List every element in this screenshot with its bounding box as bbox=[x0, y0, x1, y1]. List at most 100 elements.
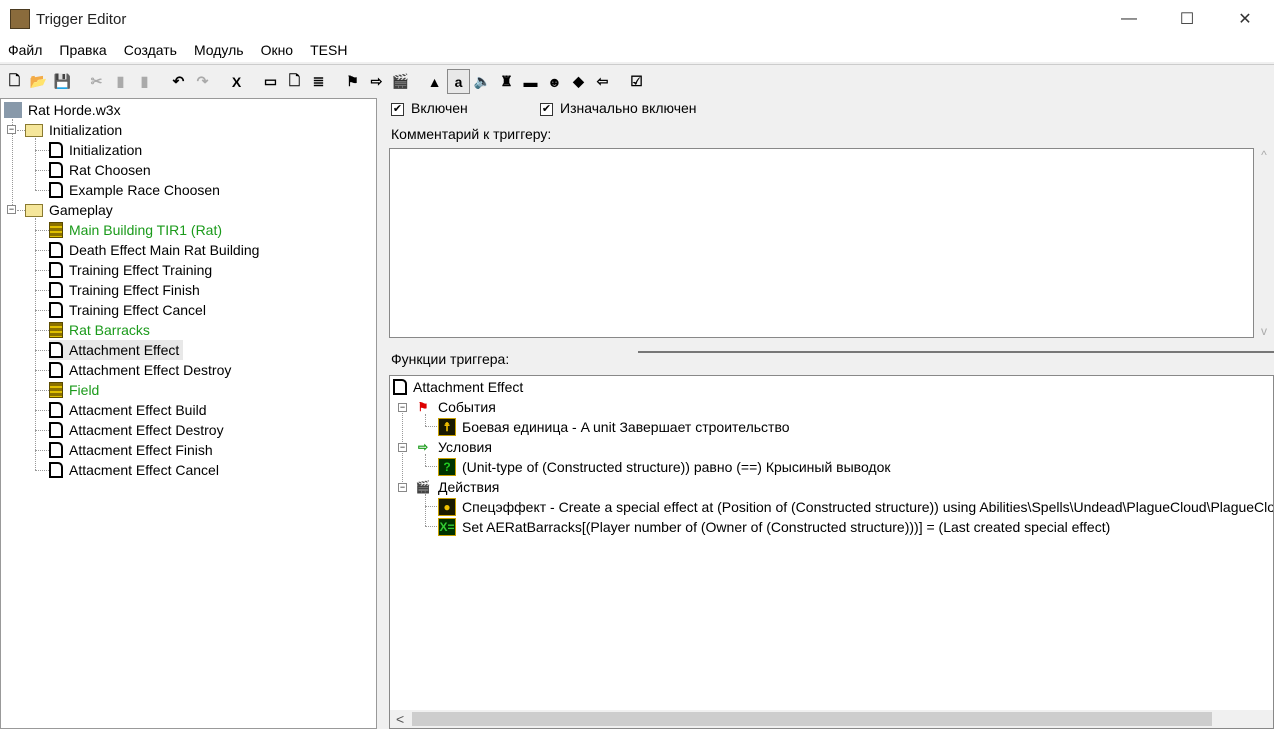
category-gameplay[interactable]: Gameplay bbox=[25, 200, 113, 220]
menu-item[interactable]: Файл bbox=[8, 42, 42, 58]
folder-icon bbox=[25, 203, 43, 217]
trigger-icon bbox=[49, 282, 63, 298]
menu-item[interactable]: Создать bbox=[124, 42, 177, 58]
checkbox-initially-on[interactable]: ✔ bbox=[540, 102, 553, 116]
trigger-item[interactable]: Example Race Choosen bbox=[49, 180, 224, 200]
trigger-item[interactable]: Attacment Effect Finish bbox=[49, 440, 217, 460]
sound-editor-icon[interactable]: 🔈 bbox=[471, 69, 494, 94]
trigger-icon bbox=[49, 442, 63, 458]
new-trigger-comment-icon[interactable]: ≣ bbox=[307, 69, 330, 94]
menu-item[interactable]: Правка bbox=[59, 42, 106, 58]
scroll-left-arrow[interactable]: < bbox=[396, 711, 404, 727]
trigger-icon bbox=[49, 362, 63, 378]
new-trigger-icon[interactable]: 🗋 bbox=[283, 69, 306, 94]
horizontal-scrollbar[interactable]: < bbox=[390, 710, 1273, 728]
close-button[interactable]: ✕ bbox=[1216, 0, 1274, 38]
actions-label: Действия bbox=[438, 479, 500, 495]
trigger-icon bbox=[393, 379, 407, 395]
trigger-editor-icon[interactable]: a bbox=[447, 69, 470, 94]
trigger-label: Training Effect Finish bbox=[69, 282, 200, 298]
map-root[interactable]: Rat Horde.w3x bbox=[4, 100, 121, 120]
trigger-item[interactable]: Training Effect Finish bbox=[49, 280, 204, 300]
maximize-button[interactable]: ☐ bbox=[1158, 0, 1216, 38]
scrollbar-thumb[interactable] bbox=[412, 712, 1212, 726]
copy-icon[interactable]: ▮ bbox=[109, 69, 132, 94]
category-initialization[interactable]: Initialization bbox=[25, 120, 122, 140]
trigger-label: Main Building TIR1 (Rat) bbox=[69, 222, 223, 238]
trigger-item[interactable]: Rat Barracks bbox=[49, 320, 154, 340]
new-category-icon[interactable]: ▭ bbox=[259, 69, 282, 94]
trigger-icon bbox=[49, 302, 63, 318]
scroll-down-arrow[interactable]: v bbox=[1261, 324, 1267, 338]
comment-scrollbar[interactable]: ^ v bbox=[1254, 148, 1274, 338]
flag-icon: ⚑ bbox=[417, 400, 429, 414]
condition-text: (Unit-type of (Constructed structure)) р… bbox=[462, 459, 891, 475]
scroll-up-arrow[interactable]: ^ bbox=[1261, 148, 1267, 162]
trigger-item[interactable]: Main Building TIR1 (Rat) bbox=[49, 220, 226, 240]
condition-item[interactable]: ? (Unit-type of (Constructed structure)) … bbox=[438, 457, 891, 477]
collapse-actions[interactable]: − bbox=[398, 483, 407, 492]
trigger-item[interactable]: Field bbox=[49, 380, 103, 400]
terrain-editor-icon[interactable]: ▲ bbox=[423, 69, 446, 94]
trigger-item[interactable]: Death Effect Main Rat Building bbox=[49, 240, 263, 260]
trigger-icon bbox=[49, 242, 63, 258]
open-icon[interactable]: 📂 bbox=[27, 69, 50, 94]
trigger-item[interactable]: Attacment Effect Destroy bbox=[49, 420, 228, 440]
campaign-editor-icon[interactable]: ▬ bbox=[519, 69, 542, 94]
menu-item[interactable]: Модуль bbox=[194, 42, 244, 58]
collapse-conditions[interactable]: − bbox=[398, 443, 407, 452]
undo-icon[interactable]: ↶ bbox=[167, 69, 190, 94]
object-editor-icon[interactable]: ♜ bbox=[495, 69, 518, 94]
paste-icon[interactable]: ▮ bbox=[133, 69, 156, 94]
window-title: Trigger Editor bbox=[36, 10, 127, 28]
trigger-item[interactable]: Rat Choosen bbox=[49, 160, 155, 180]
redo-icon[interactable]: ↷ bbox=[191, 69, 214, 94]
event-item[interactable]: ☨ Боевая единица - A unit Завершает строи… bbox=[438, 417, 790, 437]
new-event-icon[interactable]: ⚑ bbox=[341, 69, 364, 94]
trigger-label: Attacment Effect Destroy bbox=[69, 422, 224, 438]
checkbox-enabled[interactable]: ✔ bbox=[391, 102, 404, 116]
action-item[interactable]: ● Спецэффект - Create a special effect at… bbox=[438, 497, 1273, 517]
menu-bar: Файл Правка Создать Модуль Окно TESH bbox=[0, 38, 1274, 62]
new-condition-icon[interactable]: ⇨ bbox=[365, 69, 388, 94]
collapse-category[interactable]: − bbox=[7, 205, 16, 214]
trigger-item[interactable]: Attachment Effect Destroy bbox=[49, 360, 235, 380]
trigger-functions-tree[interactable]: Attachment Effect − ⚑ События ☨ Боевая еди… bbox=[389, 375, 1274, 729]
trigger-tree[interactable]: Rat Horde.w3x − Initialization Initializati… bbox=[0, 98, 377, 729]
functions-label: Функции триггера: bbox=[391, 351, 510, 367]
trigger-name-node[interactable]: Attachment Effect bbox=[393, 377, 523, 397]
splitter[interactable] bbox=[638, 351, 1274, 353]
title-bar: Trigger Editor — ☐ ✕ bbox=[0, 0, 1274, 38]
trigger-item[interactable]: Attacment Effect Cancel bbox=[49, 460, 223, 480]
menu-item[interactable]: TESH bbox=[310, 42, 347, 58]
trigger-item[interactable]: Training Effect Training bbox=[49, 260, 216, 280]
menu-item[interactable]: Окно bbox=[261, 42, 294, 58]
new-action-icon[interactable]: 🎬 bbox=[389, 69, 412, 94]
category-label: Initialization bbox=[49, 122, 123, 138]
new-icon[interactable]: 🗋 bbox=[3, 69, 26, 94]
collapse-category[interactable]: − bbox=[7, 125, 16, 134]
minimize-button[interactable]: — bbox=[1100, 0, 1158, 38]
action-item[interactable]: X= Set AERatBarracks[(Player number of (O… bbox=[438, 517, 1110, 537]
export-icon[interactable]: ⇦ bbox=[591, 69, 614, 94]
actions-node[interactable]: 🎬 Действия bbox=[414, 477, 500, 497]
events-node[interactable]: ⚑ События bbox=[414, 397, 496, 417]
enabled-checkbox[interactable]: ✔ Включен bbox=[391, 100, 468, 116]
trigger-icon bbox=[49, 142, 63, 158]
delete-icon[interactable]: X bbox=[225, 69, 248, 94]
initially-on-checkbox[interactable]: ✔ Изначально включен bbox=[540, 100, 697, 116]
trigger-item[interactable]: Training Effect Cancel bbox=[49, 300, 210, 320]
condition-icon: ⇨ bbox=[417, 440, 429, 454]
trigger-item[interactable]: Attachment Effect bbox=[49, 340, 184, 360]
collapse-events[interactable]: − bbox=[398, 403, 407, 412]
test-map-icon[interactable]: ☑ bbox=[625, 69, 648, 94]
ai-editor-icon[interactable]: ☻ bbox=[543, 69, 566, 94]
save-icon[interactable]: 💾 bbox=[51, 69, 74, 94]
import-manager-icon[interactable]: ◆ bbox=[567, 69, 590, 94]
comment-textarea[interactable] bbox=[389, 148, 1254, 338]
trigger-icon bbox=[49, 162, 63, 178]
trigger-label: Example Race Choosen bbox=[69, 182, 220, 198]
trigger-item[interactable]: Initialization bbox=[49, 140, 146, 160]
trigger-item[interactable]: Attacment Effect Build bbox=[49, 400, 210, 420]
cut-icon[interactable]: ✂ bbox=[85, 69, 108, 94]
